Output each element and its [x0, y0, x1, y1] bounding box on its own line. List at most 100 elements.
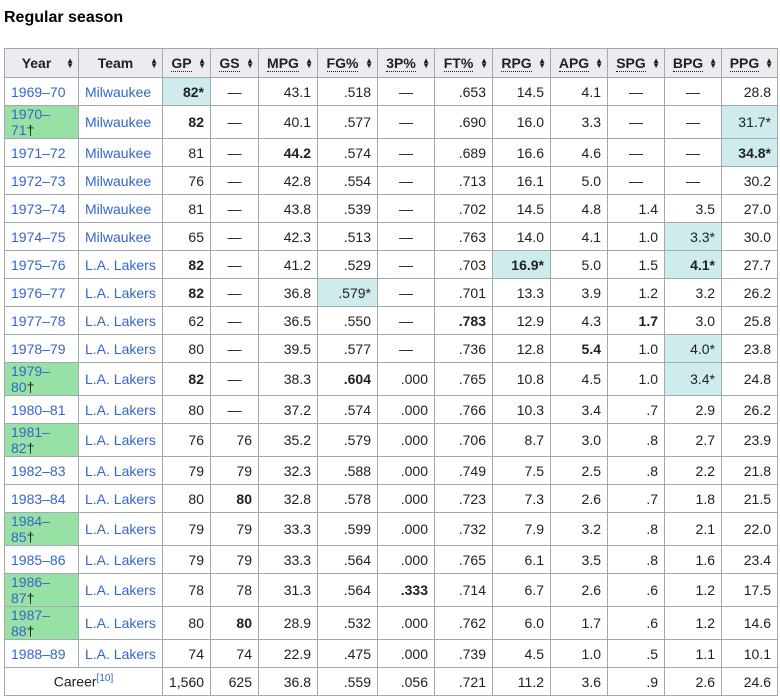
- season-link[interactable]: 1985–86: [11, 552, 66, 568]
- ft-cell: .765: [434, 362, 493, 396]
- column-header-year[interactable]: Year ▲ ▼: [4, 48, 79, 78]
- season-link[interactable]: 1983–84: [11, 491, 66, 507]
- sort-arrows-icon[interactable]: ▲ ▼: [652, 57, 660, 70]
- table-row: 1987–88† L.A. Lakers 80 80 28.9.532.000.762 6…: [4, 606, 778, 640]
- season-link[interactable]: 1975–76: [11, 257, 66, 273]
- column-header-mpg[interactable]: MPG ▲ ▼: [258, 48, 318, 78]
- team-link[interactable]: L.A. Lakers: [85, 371, 156, 387]
- reference-link[interactable]: [10]: [97, 673, 114, 684]
- team-link[interactable]: L.A. Lakers: [85, 552, 156, 568]
- column-header-ft[interactable]: FT% ▲ ▼: [434, 48, 493, 78]
- rpg-cell: 16.9*: [492, 250, 551, 279]
- team-link[interactable]: L.A. Lakers: [85, 491, 156, 507]
- column-header-spg[interactable]: SPG ▲ ▼: [607, 48, 665, 78]
- season-link[interactable]: 1972–73: [11, 173, 66, 189]
- sort-arrows-icon[interactable]: ▲ ▼: [198, 57, 206, 70]
- gp-cell: 82: [162, 362, 211, 396]
- team-link[interactable]: Milwaukee: [85, 145, 151, 161]
- championship-dagger: †: [26, 379, 35, 395]
- season-link[interactable]: 1973–74: [11, 201, 66, 217]
- column-header-three[interactable]: 3P% ▲ ▼: [377, 48, 435, 78]
- sort-arrows-icon[interactable]: ▲ ▼: [422, 57, 430, 70]
- gs-cell: —: [210, 395, 259, 424]
- team-link[interactable]: Milwaukee: [85, 84, 151, 100]
- sort-arrows-icon[interactable]: ▲ ▼: [480, 57, 488, 70]
- season-link[interactable]: 1980–81: [11, 402, 66, 418]
- sort-arrows-icon[interactable]: ▲ ▼: [66, 57, 74, 70]
- column-header-gs[interactable]: GS ▲ ▼: [210, 48, 259, 78]
- year-cell: 1979–80†: [4, 362, 79, 396]
- team-link[interactable]: L.A. Lakers: [85, 257, 156, 273]
- ppg-cell: 21.8: [721, 456, 778, 485]
- team-link[interactable]: Milwaukee: [85, 114, 151, 130]
- team-link[interactable]: L.A. Lakers: [85, 432, 156, 448]
- sort-arrows-icon[interactable]: ▲ ▼: [538, 57, 546, 70]
- championship-dagger: †: [26, 122, 35, 138]
- apg-cell: 3.9: [550, 278, 608, 307]
- gs-cell: —: [210, 334, 259, 363]
- team-link[interactable]: Milwaukee: [85, 229, 151, 245]
- season-link[interactable]: 1977–78: [11, 313, 66, 329]
- season-link[interactable]: 1982–83: [11, 463, 66, 479]
- rpg-cell: 8.7: [492, 423, 551, 457]
- fg-cell: .564: [317, 545, 378, 574]
- three-cell: —: [377, 105, 435, 139]
- year-cell: 1974–75: [4, 222, 79, 251]
- ft-cell: .701: [434, 278, 493, 307]
- team-link[interactable]: L.A. Lakers: [85, 521, 156, 537]
- column-header-rpg[interactable]: RPG ▲ ▼: [492, 48, 551, 78]
- mpg-cell: 38.3: [258, 362, 318, 396]
- year-cell: 1986–87†: [4, 573, 79, 607]
- team-link[interactable]: L.A. Lakers: [85, 646, 156, 662]
- team-cell: Milwaukee: [78, 222, 163, 251]
- gs-cell: —: [210, 77, 259, 106]
- season-link[interactable]: 1974–75: [11, 229, 66, 245]
- gs-cell: 74: [210, 639, 259, 668]
- table-body: 1969–70 Milwaukee 82* —43.1.518— .653 14.5 4.1…: [4, 77, 778, 696]
- sort-arrows-icon[interactable]: ▲ ▼: [150, 57, 158, 70]
- ppg-cell: 25.8: [721, 306, 778, 335]
- table-row: 1982–83 L.A. Lakers 79 79 32.3.588.000.749 7.…: [4, 456, 778, 485]
- team-link[interactable]: L.A. Lakers: [85, 582, 156, 598]
- team-link[interactable]: Milwaukee: [85, 201, 151, 217]
- career-fg-cell: .559: [317, 667, 378, 696]
- spg-cell: .8: [607, 545, 665, 574]
- team-link[interactable]: L.A. Lakers: [85, 463, 156, 479]
- table-row: 1983–84 L.A. Lakers 80 80 32.8.578.000.723 7.…: [4, 484, 778, 513]
- bpg-cell: 3.3*: [664, 222, 722, 251]
- column-header-team[interactable]: Team ▲ ▼: [78, 48, 163, 78]
- spg-cell: .8: [607, 456, 665, 485]
- season-link[interactable]: 1969–70: [11, 84, 66, 100]
- sort-arrows-icon[interactable]: ▲ ▼: [246, 57, 254, 70]
- team-link[interactable]: L.A. Lakers: [85, 285, 156, 301]
- gs-cell: —: [210, 166, 259, 195]
- column-header-label: Team: [97, 55, 134, 71]
- team-link[interactable]: L.A. Lakers: [85, 313, 156, 329]
- year-cell: 1970–71†: [4, 105, 79, 139]
- spg-cell: 1.2: [607, 278, 665, 307]
- fg-cell: .574: [317, 395, 378, 424]
- column-header-label: 3P%: [386, 55, 416, 72]
- team-link[interactable]: L.A. Lakers: [85, 402, 156, 418]
- team-link[interactable]: L.A. Lakers: [85, 341, 156, 357]
- sort-arrows-icon[interactable]: ▲ ▼: [709, 57, 717, 70]
- fg-cell: .539: [317, 194, 378, 223]
- team-link[interactable]: L.A. Lakers: [85, 615, 156, 631]
- column-header-fg[interactable]: FG% ▲ ▼: [317, 48, 378, 78]
- column-header-gp[interactable]: GP ▲ ▼: [162, 48, 211, 78]
- table-row: 1985–86 L.A. Lakers 79 79 33.3.564.000.765 6.…: [4, 545, 778, 574]
- season-link[interactable]: 1971–72: [11, 145, 66, 161]
- sort-arrows-icon[interactable]: ▲ ▼: [305, 57, 313, 70]
- season-link[interactable]: 1988–89: [11, 646, 66, 662]
- column-header-bpg[interactable]: BPG ▲ ▼: [664, 48, 722, 78]
- team-link[interactable]: Milwaukee: [85, 173, 151, 189]
- sort-arrows-icon[interactable]: ▲ ▼: [765, 57, 773, 70]
- column-header-ppg[interactable]: PPG ▲ ▼: [721, 48, 778, 78]
- season-link[interactable]: 1976–77: [11, 285, 66, 301]
- sort-arrows-icon[interactable]: ▲ ▼: [595, 57, 603, 70]
- column-header-apg[interactable]: APG ▲ ▼: [550, 48, 608, 78]
- season-link[interactable]: 1978–79: [11, 341, 66, 357]
- sort-arrows-icon[interactable]: ▲ ▼: [365, 57, 373, 70]
- rpg-cell: 12.8: [492, 334, 551, 363]
- team-cell: L.A. Lakers: [78, 512, 163, 546]
